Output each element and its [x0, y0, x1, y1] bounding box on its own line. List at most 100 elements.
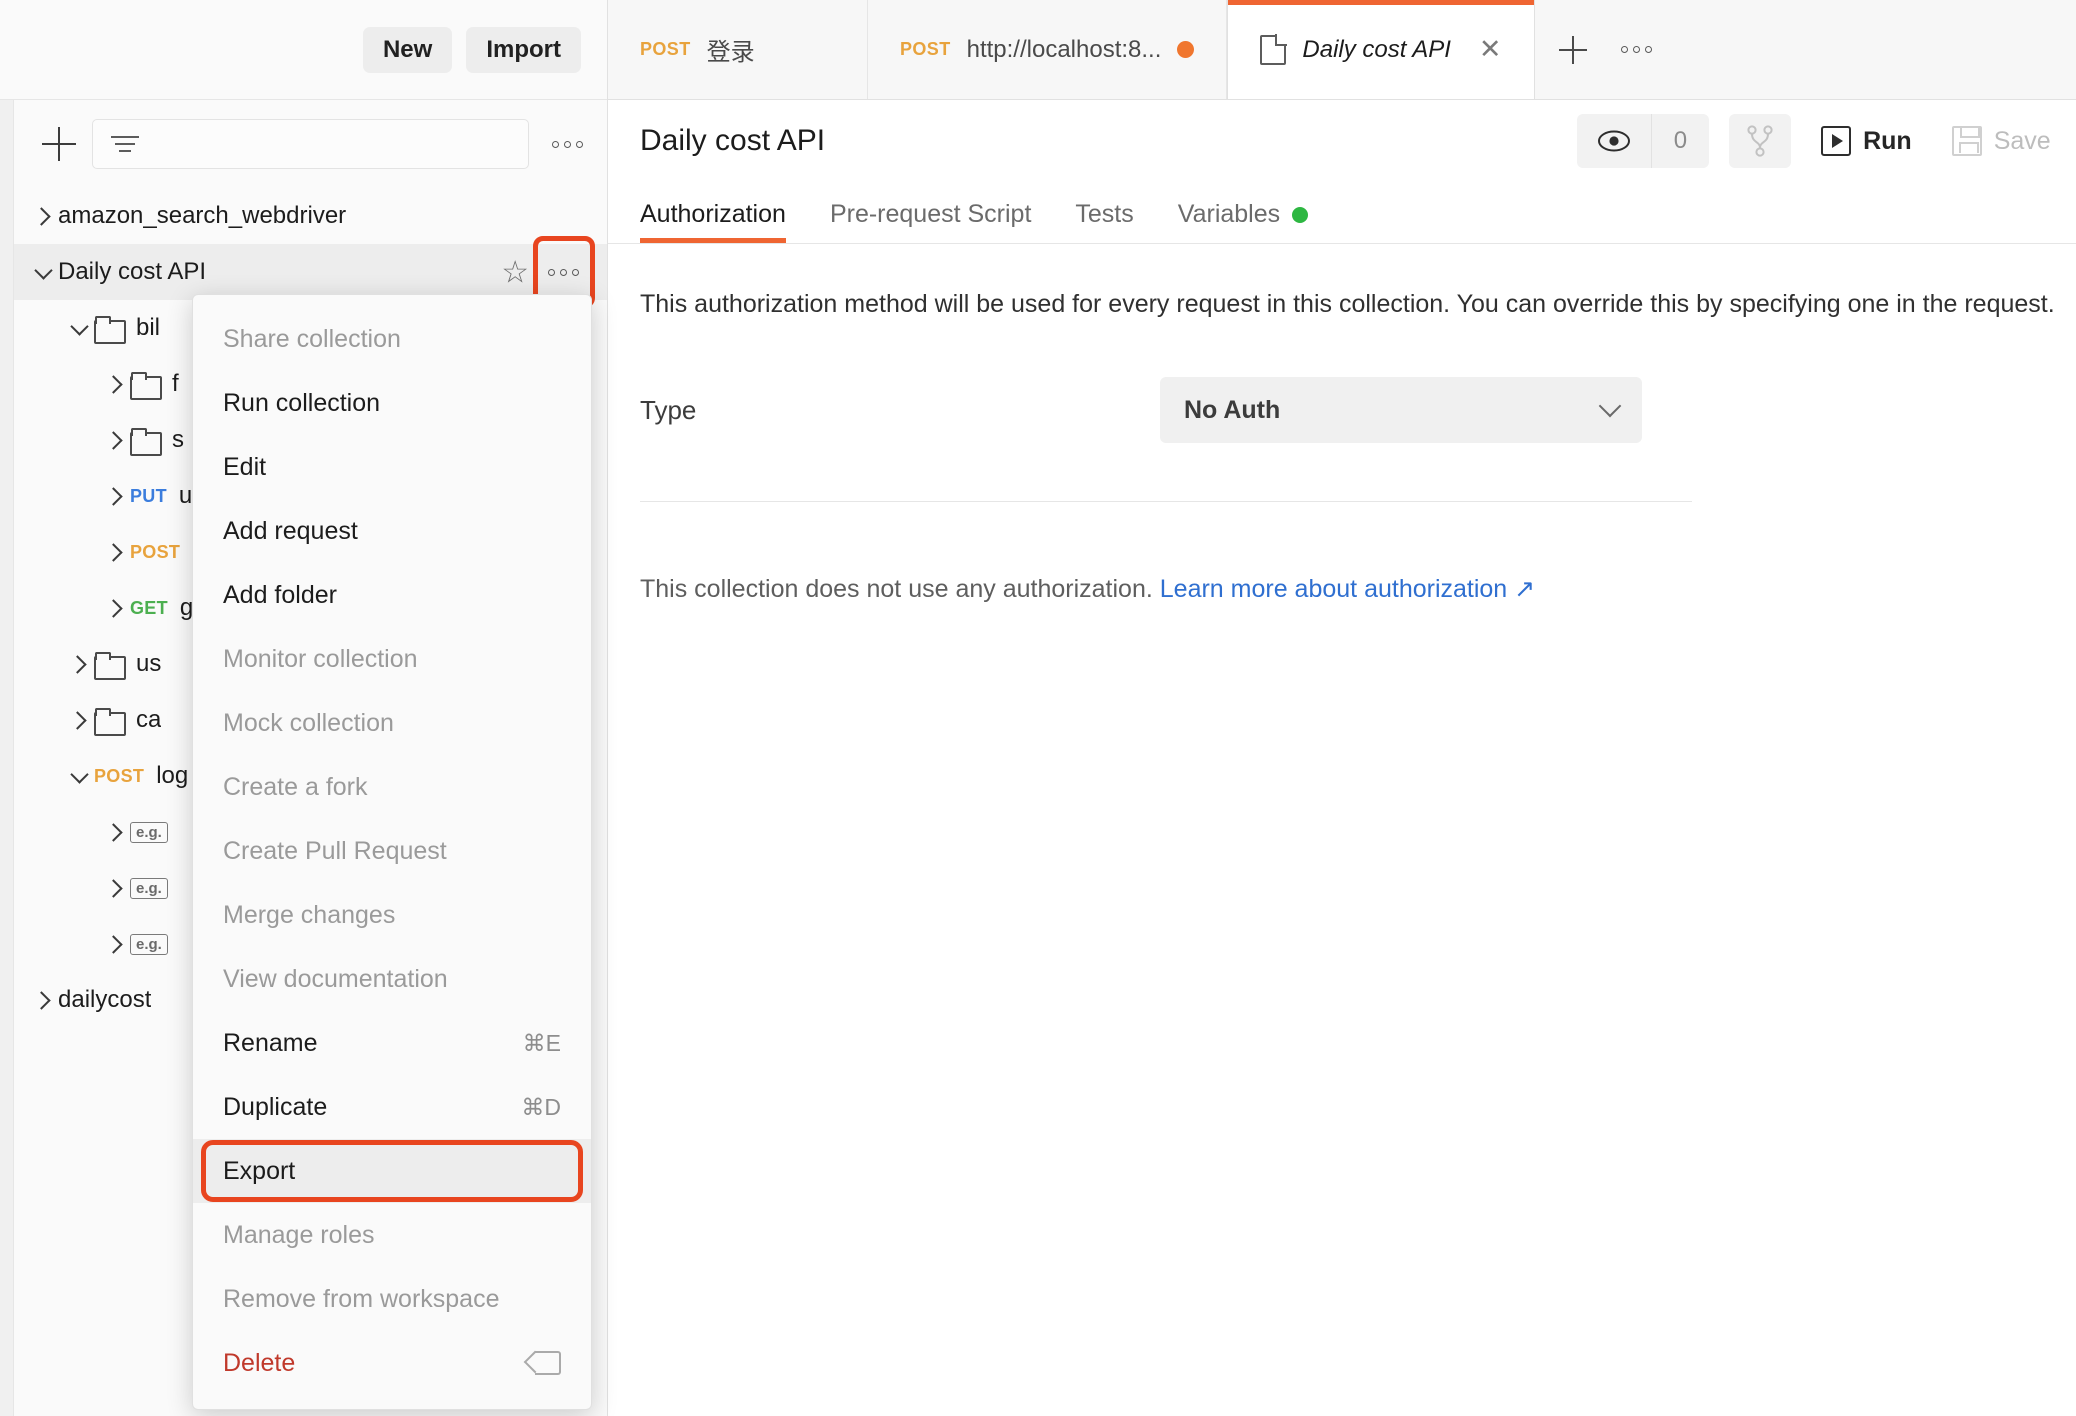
sub-tab-label: Variables — [1177, 200, 1281, 228]
context-menu-item-label: Create Pull Request — [223, 836, 447, 865]
learn-more-link[interactable]: Learn more about authorization ↗ — [1160, 575, 1535, 603]
tree-row-label: f — [172, 370, 179, 397]
header-buttons: New Import — [362, 26, 581, 73]
save-icon — [1951, 126, 1982, 156]
context-menu-item-label: Monitor collection — [223, 644, 418, 673]
chevron-right-icon[interactable] — [64, 649, 94, 679]
chevron-right-icon[interactable] — [28, 201, 58, 231]
tree-row[interactable]: Daily cost API ☆ — [14, 236, 607, 308]
tab-method-badge: POST — [640, 39, 691, 59]
sidebar-more-icon[interactable] — [545, 122, 589, 166]
context-menu-item-add-request[interactable]: Add request — [193, 499, 591, 563]
chevron-right-icon[interactable] — [100, 369, 130, 399]
save-button[interactable]: Save — [1942, 126, 2061, 156]
section-divider — [640, 501, 1692, 502]
chevron-right-icon[interactable] — [100, 817, 130, 847]
folder-icon — [94, 315, 126, 344]
chevron-right-icon[interactable] — [28, 985, 58, 1015]
context-menu-item-duplicate[interactable]: Duplicate ⌘D — [193, 1075, 591, 1139]
tree-row[interactable]: amazon_search_webdriver — [14, 188, 607, 244]
context-menu-item-merge-changes: Merge changes — [193, 883, 591, 947]
no-auth-note: This collection does not use any authori… — [608, 574, 2076, 604]
main-panel: POST 登录 POST http://localhost:8... Daily cos… — [608, 0, 2076, 1416]
context-menu-item-label: Export — [223, 1156, 296, 1185]
tab[interactable]: Daily cost API ✕ — [1227, 0, 1535, 99]
chevron-down-icon[interactable] — [64, 761, 94, 791]
chevron-down-icon[interactable] — [64, 313, 94, 343]
tab[interactable]: POST 登录 — [608, 0, 868, 99]
search-input[interactable] — [151, 131, 510, 157]
context-menu-item-rename[interactable]: Rename ⌘E — [193, 1011, 591, 1075]
chevron-down-icon[interactable] — [28, 257, 58, 287]
page-title: Daily cost API — [640, 124, 826, 157]
tab-label: http://localhost:8... — [966, 35, 1162, 63]
method-badge: PUT — [130, 485, 167, 506]
chevron-right-icon[interactable] — [100, 929, 130, 959]
authorization-description: This authorization method will be used f… — [640, 290, 2055, 318]
context-menu-item-mock-collection: Mock collection — [193, 691, 591, 755]
context-menu-item-export[interactable]: Export — [193, 1139, 591, 1203]
context-menu-item-create-a-fork: Create a fork — [193, 755, 591, 819]
new-tab-icon[interactable] — [1543, 20, 1603, 80]
context-menu-item-monitor-collection: Monitor collection — [193, 627, 591, 691]
example-badge: e.g. — [130, 821, 168, 843]
auth-type-select[interactable]: No Auth — [1160, 377, 1642, 443]
tab-authorization[interactable]: Authorization — [640, 200, 786, 243]
star-icon[interactable]: ☆ — [501, 257, 529, 288]
page-header-tools: 0 Run Save — [1576, 114, 2061, 168]
tree-row-label: us — [136, 650, 162, 677]
tab-tests[interactable]: Tests — [1075, 200, 1133, 243]
tab-bar: POST 登录 POST http://localhost:8... Daily cos… — [608, 0, 2076, 100]
context-menu-item-create-pull-request: Create Pull Request — [193, 819, 591, 883]
chevron-right-icon[interactable] — [100, 537, 130, 567]
context-menu-item-label: Create a fork — [223, 772, 368, 801]
import-button[interactable]: Import — [466, 26, 581, 73]
tree-row-label: u — [178, 482, 193, 509]
watch-button[interactable]: 0 — [1576, 114, 1710, 168]
sidebar: d New Import amazon_search_webdriver Dail… — [0, 0, 608, 1416]
chevron-right-icon[interactable] — [100, 425, 130, 455]
watch-count: 0 — [1673, 127, 1688, 154]
context-menu-shortcut: ⌘E — [522, 1029, 561, 1056]
chevron-right-icon[interactable] — [100, 873, 130, 903]
tab-label: 登录 — [706, 39, 755, 66]
tab-method-badge: POST — [900, 39, 951, 59]
context-menu-item-run-collection[interactable]: Run collection — [193, 371, 591, 435]
tab-variables[interactable]: Variables — [1177, 200, 1309, 243]
save-label: Save — [1993, 126, 2051, 155]
tree-row-label: ca — [136, 706, 162, 733]
folder-icon — [130, 371, 162, 400]
add-icon[interactable] — [42, 127, 76, 161]
context-menu-item-edit[interactable]: Edit — [193, 435, 591, 499]
context-menu-item-add-folder[interactable]: Add folder — [193, 563, 591, 627]
no-auth-text: This collection does not use any authori… — [640, 575, 1153, 603]
tab-bar-more-icon[interactable] — [1607, 20, 1667, 80]
status-dot — [1292, 206, 1309, 223]
auth-type-row: Type No Auth — [608, 319, 2076, 443]
tab[interactable]: POST http://localhost:8... — [868, 0, 1228, 99]
close-icon[interactable]: ✕ — [1479, 36, 1502, 63]
context-menu-item-label: Edit — [223, 452, 267, 481]
tree-row-label: Daily cost API — [58, 258, 207, 285]
sidebar-rail — [0, 100, 14, 1416]
context-menu-item-delete[interactable]: Delete — [193, 1331, 591, 1395]
tab-bar-actions — [1535, 0, 1675, 99]
tree-row-label: log — [156, 762, 189, 789]
collection-more-icon[interactable] — [541, 245, 585, 299]
chevron-right-icon[interactable] — [100, 593, 130, 623]
new-button[interactable]: New — [362, 26, 453, 73]
chevron-right-icon[interactable] — [64, 705, 94, 735]
tab-label: Daily cost API — [1302, 35, 1451, 63]
page-header: Daily cost API 0 Run Save — [608, 100, 2076, 182]
play-icon — [1821, 126, 1852, 156]
collection-icon — [1260, 33, 1288, 65]
method-badge: POST — [94, 765, 145, 786]
context-menu-item-label: Run collection — [223, 388, 381, 417]
chevron-right-icon[interactable] — [100, 481, 130, 511]
fork-button[interactable] — [1729, 114, 1792, 168]
context-menu-item-label: Delete — [223, 1348, 296, 1377]
folder-icon — [94, 707, 126, 736]
search-box[interactable] — [92, 119, 529, 169]
run-button[interactable]: Run — [1811, 126, 1922, 156]
tab-pre-request-script[interactable]: Pre-request Script — [830, 200, 1031, 243]
